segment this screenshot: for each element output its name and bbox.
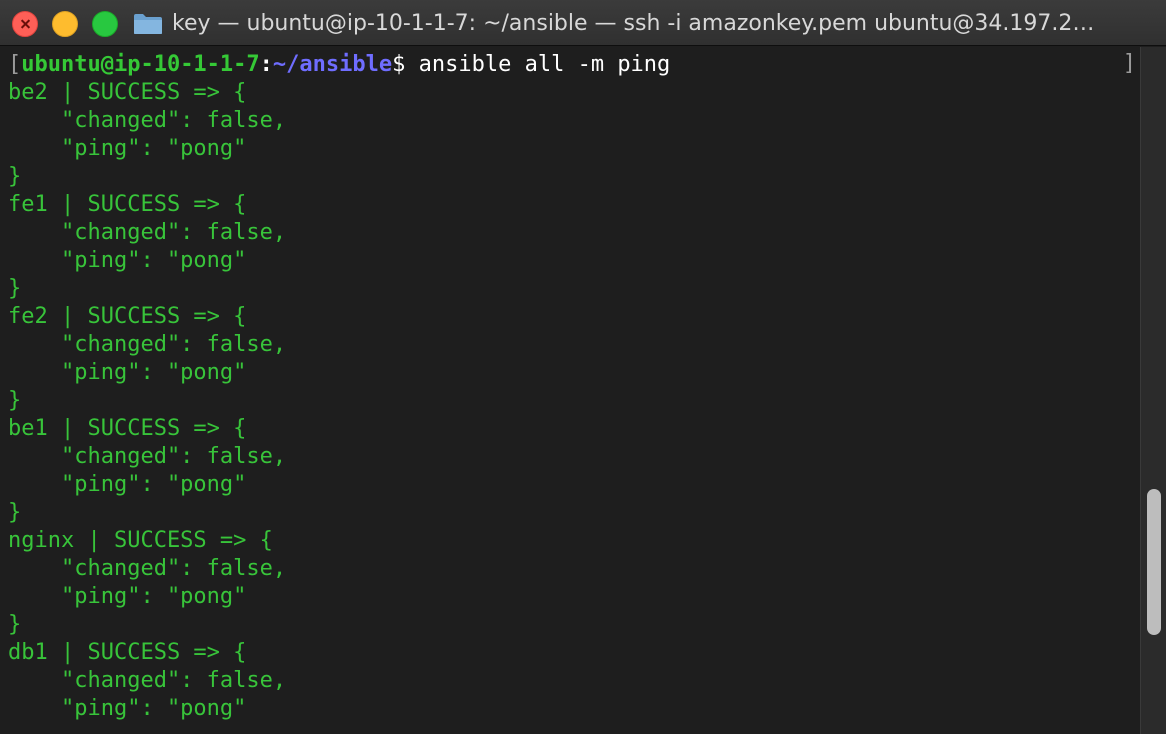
prompt-line: [ubuntu@ip-10-1-1-7:~/ansible$ ansible a…: [8, 51, 1140, 79]
output-line: "ping": "pong": [8, 136, 247, 161]
output-line: "ping": "pong": [8, 584, 247, 609]
prompt-command: ansible all -m ping: [405, 52, 671, 77]
output-line: }: [8, 276, 22, 301]
prompt-colon: :: [259, 52, 273, 77]
output-line: "ping": "pong": [8, 360, 247, 385]
output-line: be1 | SUCCESS => {: [8, 416, 247, 441]
title-bar[interactable]: key — ubuntu@ip-10-1-1-7: ~/ansible — ss…: [0, 0, 1166, 46]
minimize-window-button[interactable]: [52, 11, 78, 37]
output-line: "changed": false,: [8, 108, 287, 133]
prompt-path: ~/ansible: [272, 52, 393, 77]
prompt-bracket: [: [8, 52, 22, 77]
output-line: "changed": false,: [8, 668, 287, 693]
output-line: "changed": false,: [8, 332, 287, 357]
output-line: fe2 | SUCCESS => {: [8, 304, 247, 329]
output-line: "changed": false,: [8, 444, 287, 469]
output-line: db1 | SUCCESS => {: [8, 640, 247, 665]
output-line: "ping": "pong": [8, 472, 247, 497]
output-line: nginx | SUCCESS => {: [8, 528, 273, 553]
output-line: "ping": "pong": [8, 248, 247, 273]
vertical-scrollbar[interactable]: [1140, 47, 1166, 734]
folder-icon: [134, 14, 162, 34]
close-window-button[interactable]: [12, 11, 38, 37]
window-title: key — ubuntu@ip-10-1-1-7: ~/ansible — ss…: [172, 11, 1095, 36]
output-line: }: [8, 500, 22, 525]
output-line: "changed": false,: [8, 220, 287, 245]
output-line: be2 | SUCCESS => {: [8, 80, 247, 105]
output-line: "ping": "pong": [8, 696, 247, 721]
output-line: }: [8, 612, 22, 637]
output-line: }: [8, 164, 22, 189]
output-line: }: [8, 388, 22, 413]
scrollbar-thumb[interactable]: [1147, 489, 1161, 635]
maximize-window-button[interactable]: [92, 11, 118, 37]
prompt-user-host: ubuntu@ip-10-1-1-7: [21, 52, 260, 77]
terminal-window: key — ubuntu@ip-10-1-1-7: ~/ansible — ss…: [0, 0, 1166, 734]
terminal-output[interactable]: [ubuntu@ip-10-1-1-7:~/ansible$ ansible a…: [0, 47, 1140, 734]
scroll-position-bracket: ]: [1122, 51, 1136, 76]
prompt-dollar: $: [392, 52, 406, 77]
output-line: "changed": false,: [8, 556, 287, 581]
output-line: fe1 | SUCCESS => {: [8, 192, 247, 217]
